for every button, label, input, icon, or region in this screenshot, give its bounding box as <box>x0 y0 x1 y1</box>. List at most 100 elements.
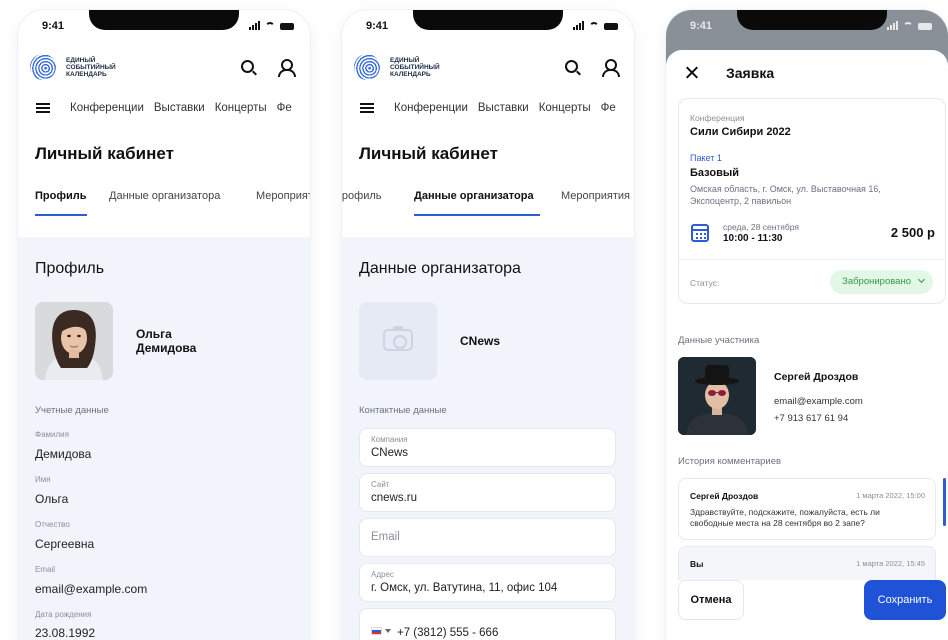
conference-name: Сили Сибири 2022 <box>690 126 791 138</box>
tab-bar: Профиль Данные организатора Мероприятия <box>18 190 310 218</box>
field-value-firstname: Ольга <box>35 492 69 506</box>
participant-name: Сергей Дроздов <box>774 371 859 383</box>
page-title: Личный кабинет <box>359 144 498 163</box>
request-modal: Заявка Конференция Сили Сибири 2022 Паке… <box>666 50 948 640</box>
logo-text[interactable]: ЕДИНЫЙ СОБЫТИЙНЫЙ КАЛЕНДАРЬ <box>66 57 116 78</box>
event-address: Омская область, г. Омск, ул. Выставочная… <box>690 184 881 206</box>
booking-card: Конференция Сили Сибири 2022 Пакет 1 Баз… <box>678 98 946 304</box>
notch <box>89 10 239 30</box>
close-icon[interactable] <box>686 66 699 79</box>
event-date: среда, 28 сентября <box>723 222 800 232</box>
menu-icon[interactable] <box>360 103 374 113</box>
nav-item-concerts[interactable]: Концерты <box>539 102 591 114</box>
logo-text[interactable]: ЕДИНЫЙ СОБЫТИЙНЫЙ КАЛЕНДАРЬ <box>390 57 440 78</box>
phone-field[interactable]: +7 (3812) 555 - 666 <box>359 608 616 640</box>
comment-text: Здравствуйте, подскажите, пожалуйста, ес… <box>690 507 880 528</box>
package-name: Базовый <box>690 167 739 179</box>
scrollbar[interactable] <box>943 478 946 526</box>
logo-icon[interactable] <box>354 54 380 80</box>
group-label: Контактные данные <box>359 405 447 416</box>
avatar[interactable] <box>35 302 113 380</box>
status-icons <box>573 21 618 30</box>
comment-author: Сергей Дроздов <box>690 491 759 501</box>
battery-icon <box>918 23 932 30</box>
tab-organizer[interactable]: Данные организатора <box>109 190 220 202</box>
comment-date: 1 марта 2022, 15:45 <box>856 559 925 568</box>
tab-bar: Профиль Данные организатора Мероприятия <box>342 190 634 218</box>
tab-events[interactable]: Мероприятия <box>561 190 630 202</box>
status-bar: 9:41 <box>18 10 310 42</box>
status-icons <box>887 21 932 30</box>
website-field[interactable]: Сайт cnews.ru <box>359 473 616 512</box>
field-value-birthdate: 23.08.1992 <box>35 626 96 640</box>
nav-item-conferences[interactable]: Конференции <box>394 102 468 114</box>
status-label: Статус: <box>690 278 720 288</box>
nav-item-festivals[interactable]: Фе <box>277 102 292 114</box>
field-value-email: email@example.com <box>35 582 148 596</box>
notch <box>413 10 563 30</box>
logo-icon[interactable] <box>30 54 56 80</box>
package-label: Пакет 1 <box>690 153 722 163</box>
menu-icon[interactable] <box>36 103 50 113</box>
status-badge[interactable]: Забронировано <box>830 270 933 294</box>
avatar-photo <box>35 302 113 380</box>
nav-item-festivals[interactable]: Фе <box>601 102 616 114</box>
user-icon[interactable] <box>602 59 620 77</box>
nav-item-conferences[interactable]: Конференции <box>70 102 144 114</box>
tab-organizer[interactable]: Данные организатора <box>414 190 534 202</box>
nav-item-concerts[interactable]: Концерты <box>215 102 267 114</box>
save-button[interactable]: Сохранить <box>864 580 946 620</box>
user-icon[interactable] <box>278 59 296 77</box>
phone-organizer-screen: 9:41 ЕДИНЫЙ СОБЫТИЙНЫЙ КАЛЕНДАРЬ Конфере… <box>342 10 634 640</box>
wifi-icon <box>903 22 913 30</box>
company-field[interactable]: Компания CNews <box>359 428 616 467</box>
chevron-down-icon[interactable] <box>385 629 391 633</box>
status-time: 9:41 <box>366 20 389 32</box>
category-nav: Конференции Выставки Концерты Фе <box>18 100 310 116</box>
participant-avatar[interactable] <box>678 357 756 435</box>
search-icon[interactable] <box>565 60 578 73</box>
comment-date: 1 марта 2022, 15:00 <box>856 491 925 500</box>
modal-title: Заявка <box>726 65 775 81</box>
email-field[interactable]: Email <box>359 518 616 557</box>
flag-ru-icon[interactable] <box>371 627 382 635</box>
category-nav: Конференции Выставки Концерты Фе <box>342 100 634 116</box>
status-time: 9:41 <box>42 20 65 32</box>
tab-active-indicator <box>35 214 87 216</box>
cancel-button[interactable]: Отмена <box>678 580 744 620</box>
field-label-firstname: Имя <box>35 475 51 484</box>
event-time: 10:00 - 11:30 <box>723 233 783 244</box>
camera-icon <box>383 326 413 351</box>
field-value-patronymic: Сергеевна <box>35 537 95 551</box>
participant-photo <box>678 357 756 435</box>
status-time: 9:41 <box>690 20 713 32</box>
field-label-email: Email <box>35 565 56 574</box>
company-name: CNews <box>460 334 501 348</box>
address-field[interactable]: Адрес г. Омск, ул. Ватутина, 11, офис 10… <box>359 563 616 602</box>
nav-item-exhibitions[interactable]: Выставки <box>154 102 205 114</box>
chevron-down-icon <box>917 275 926 284</box>
status-bar: 9:41 <box>342 10 634 42</box>
comment-author: Вы <box>690 559 704 569</box>
tab-profile[interactable]: Профиль <box>342 190 382 202</box>
tab-active-indicator <box>414 214 540 216</box>
participant-email: email@example.com <box>774 396 863 407</box>
app-header: ЕДИНЫЙ СОБЫТИЙНЫЙ КАЛЕНДАРЬ <box>18 50 310 90</box>
notch <box>737 10 887 30</box>
wifi-icon <box>589 22 599 30</box>
nav-item-exhibitions[interactable]: Выставки <box>478 102 529 114</box>
divider <box>679 259 945 260</box>
comment-item: Сергей Дроздов 1 марта 2022, 15:00 Здрав… <box>678 478 936 540</box>
search-icon[interactable] <box>241 60 254 73</box>
tab-profile[interactable]: Профиль <box>35 190 86 202</box>
conference-label: Конференция <box>690 113 745 123</box>
field-label-lastname: Фамилия <box>35 430 69 439</box>
app-header: ЕДИНЫЙ СОБЫТИЙНЫЙ КАЛЕНДАРЬ <box>342 50 634 90</box>
phone-profile-screen: 9:41 ЕДИНЫЙ СОБЫТИЙНЫЙ КАЛЕНДАРЬ Конфере… <box>18 10 310 640</box>
signal-icon <box>887 21 898 30</box>
calendar-icon <box>691 224 709 242</box>
company-logo-placeholder[interactable] <box>359 302 437 380</box>
event-price: 2 500 р <box>890 225 935 240</box>
tab-events[interactable]: Мероприятия <box>256 190 310 202</box>
profile-name: Ольга Демидова <box>136 327 197 355</box>
